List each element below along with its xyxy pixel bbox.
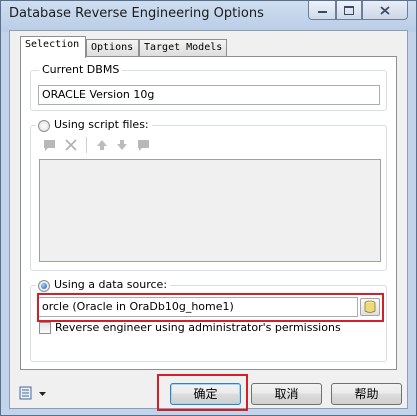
- maximize-icon: [344, 5, 354, 15]
- title-bar[interactable]: Database Reverse Engineering Options: [1, 1, 416, 29]
- browse-script-icon[interactable]: [135, 137, 151, 153]
- toolbar-separator: [86, 137, 87, 153]
- current-dbms-legend: Current DBMS: [39, 63, 123, 76]
- move-down-icon[interactable]: [114, 137, 130, 153]
- script-files-radio[interactable]: [38, 120, 50, 132]
- cancel-button[interactable]: 取消: [251, 383, 322, 405]
- dialog-client: Selection Options Target Models Current …: [9, 30, 408, 411]
- model-options-icon[interactable]: [18, 385, 34, 401]
- data-source-radio[interactable]: [38, 280, 50, 292]
- admin-permissions-checkbox[interactable]: [39, 322, 51, 334]
- admin-permissions-label: Reverse engineer using administrator's p…: [55, 321, 341, 334]
- help-button[interactable]: 帮助: [331, 383, 402, 405]
- tab-options[interactable]: Options: [86, 39, 139, 57]
- tab-target-models[interactable]: Target Models: [139, 39, 227, 57]
- minimize-button[interactable]: [308, 1, 336, 20]
- move-up-icon[interactable]: [94, 137, 110, 153]
- window-title: Database Reverse Engineering Options: [9, 6, 264, 21]
- minimize-icon: [317, 11, 327, 13]
- script-files-list[interactable]: [39, 159, 381, 262]
- script-files-label: Using script files:: [36, 118, 152, 131]
- delete-icon[interactable]: [63, 137, 79, 153]
- chevron-down-icon[interactable]: [38, 391, 47, 397]
- close-button[interactable]: [362, 1, 408, 20]
- current-dbms-field: ORACLE Version 10g: [38, 85, 380, 105]
- data-source-label: Using a data source:: [36, 278, 171, 291]
- selection-panel: Current DBMS ORACLE Version 10g Using sc…: [20, 56, 397, 370]
- dialog-window: Database Reverse Engineering Options Sel…: [0, 0, 417, 416]
- tab-selection[interactable]: Selection: [20, 36, 86, 58]
- highlight-annotation-data-source: [37, 293, 384, 322]
- highlight-annotation-ok: [157, 374, 248, 411]
- add-file-icon[interactable]: [42, 137, 58, 153]
- maximize-button[interactable]: [336, 1, 362, 20]
- close-icon: [380, 5, 390, 15]
